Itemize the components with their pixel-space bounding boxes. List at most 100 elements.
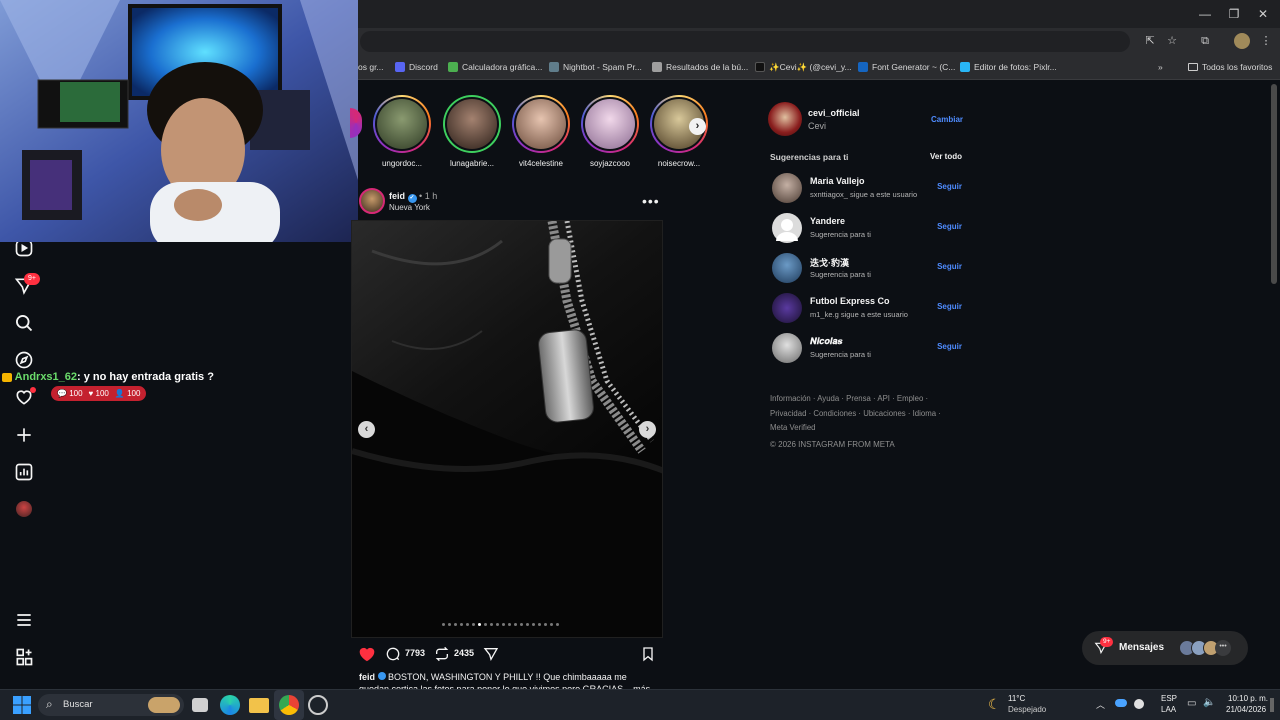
- current-user-avatar[interactable]: [768, 102, 802, 136]
- footer-link[interactable]: Idioma: [913, 409, 936, 418]
- bookmark-item[interactable]: os gr...: [358, 60, 384, 74]
- suggestion-avatar[interactable]: [772, 293, 802, 323]
- footer-link[interactable]: Ayuda: [817, 394, 839, 403]
- explore-compass-icon[interactable]: [14, 350, 34, 370]
- suggestion-username[interactable]: Yandere: [810, 216, 845, 226]
- chrome-icon[interactable]: [279, 695, 299, 715]
- share-icon[interactable]: [483, 646, 499, 662]
- story-item[interactable]: lunagabrie...: [442, 95, 502, 168]
- volume-icon[interactable]: 🔈: [1203, 697, 1215, 708]
- bookmark-item[interactable]: Calculadora gráfica...: [448, 60, 542, 74]
- follow-button[interactable]: Seguir: [937, 342, 962, 351]
- file-explorer-icon[interactable]: [249, 698, 269, 713]
- search-icon[interactable]: [14, 313, 34, 333]
- follow-button[interactable]: Seguir: [937, 302, 962, 311]
- show-desktop-button[interactable]: [1270, 698, 1274, 712]
- weather-temp[interactable]: 11°C: [1008, 694, 1025, 703]
- bookmark-item[interactable]: Nightbot - Spam Pr...: [549, 60, 642, 74]
- bookmark-star-icon[interactable]: ☆: [1165, 34, 1179, 48]
- suggestion-reason: m1_ke.g sigue a este usuario: [810, 310, 908, 319]
- bookmark-item[interactable]: Font Generator ~ (C...: [858, 60, 955, 74]
- bookmark-item[interactable]: Resultados de la bú...: [652, 60, 748, 74]
- more-menu-icon[interactable]: [14, 610, 34, 630]
- suggestion-avatar[interactable]: [772, 173, 802, 203]
- minimize-icon[interactable]: —: [1197, 6, 1213, 22]
- bookmark-item[interactable]: ✨Cevi✨ (@cevi_y...: [755, 60, 852, 74]
- edge-icon[interactable]: [220, 695, 240, 715]
- footer-link[interactable]: Privacidad: [770, 409, 806, 418]
- menu-dots-icon[interactable]: ⋮: [1259, 34, 1273, 48]
- story-item[interactable]: ungordoc...: [372, 95, 432, 168]
- profile-avatar[interactable]: [1234, 33, 1250, 49]
- current-username[interactable]: cevi_official: [808, 108, 860, 118]
- dashboard-chart-icon[interactable]: [14, 462, 34, 482]
- suggestion-username[interactable]: 𝑵𝒊𝒄𝒐𝒍𝒂𝒔: [810, 336, 842, 347]
- repost-icon[interactable]: [434, 646, 450, 662]
- close-icon[interactable]: ✕: [1255, 6, 1271, 22]
- suggestion-avatar[interactable]: [772, 333, 802, 363]
- footer-row: Información · Ayuda · Prensa · API · Emp…: [770, 394, 929, 403]
- more-dots-icon: •••: [1215, 640, 1231, 656]
- heart-icon[interactable]: [358, 646, 376, 662]
- see-all-link[interactable]: Ver todo: [930, 152, 962, 161]
- post-author[interactable]: feid ✓ • 1 h: [389, 191, 437, 203]
- footer-link[interactable]: Prensa: [846, 394, 871, 403]
- comment-count: 7793: [405, 648, 426, 658]
- clock-time[interactable]: 10:10 p. m.: [1228, 694, 1268, 703]
- messages-button[interactable]: 9+ Mensajes •••: [1082, 631, 1248, 665]
- suggestion-avatar[interactable]: [772, 213, 802, 243]
- story-item[interactable]: soyjazcooo: [580, 95, 640, 168]
- post-location[interactable]: Nueva York: [389, 203, 430, 212]
- footer-link[interactable]: Información: [770, 394, 811, 403]
- more-bookmarks-icon[interactable]: »: [1158, 60, 1163, 74]
- bookmark-item[interactable]: Discord: [395, 60, 438, 74]
- footer-link[interactable]: Empleo: [897, 394, 923, 403]
- caption-author[interactable]: feid: [359, 672, 375, 682]
- keyboard-layout[interactable]: LAA: [1161, 705, 1176, 714]
- network-icon[interactable]: ▭: [1187, 698, 1196, 709]
- comment-icon[interactable]: [385, 646, 401, 662]
- task-view-icon[interactable]: [192, 698, 208, 712]
- suggestion-username[interactable]: Maria Vallejo: [810, 176, 865, 186]
- create-plus-icon[interactable]: [14, 425, 34, 445]
- switch-account-link[interactable]: Cambiar: [931, 115, 963, 124]
- story-item[interactable]: vit4celestine: [511, 95, 571, 168]
- language-code[interactable]: ESP: [1161, 694, 1177, 703]
- follow-button[interactable]: Seguir: [937, 262, 962, 271]
- tray-app-icon[interactable]: [1134, 699, 1144, 709]
- post-author-avatar[interactable]: [359, 188, 385, 214]
- post-options-icon[interactable]: •••: [642, 193, 660, 209]
- profile-nav-avatar[interactable]: [16, 501, 32, 517]
- windows-start-icon[interactable]: [12, 695, 32, 715]
- media-prev-icon[interactable]: ‹: [358, 421, 375, 438]
- weather-desc[interactable]: Despejado: [1008, 705, 1046, 714]
- suggestion-avatar[interactable]: [772, 253, 802, 283]
- taskbar-search[interactable]: ⌕ Buscar: [38, 694, 184, 716]
- footer-link[interactable]: Ubicaciones: [863, 409, 905, 418]
- footer-link[interactable]: Meta Verified: [770, 423, 816, 432]
- all-bookmarks[interactable]: Todos los favoritos: [1188, 60, 1272, 74]
- clock-date[interactable]: 21/04/2026: [1226, 705, 1266, 714]
- verified-badge-icon: [377, 672, 386, 680]
- app-icon[interactable]: [308, 695, 328, 715]
- install-app-icon[interactable]: ⇱: [1143, 34, 1157, 48]
- post-media[interactable]: [351, 220, 663, 638]
- suggestion-username[interactable]: Futbol Express Co: [810, 296, 890, 306]
- save-bookmark-icon[interactable]: [640, 646, 656, 662]
- restore-icon[interactable]: ❐: [1226, 6, 1242, 22]
- tray-chevron-icon[interactable]: ︿: [1096, 698, 1105, 711]
- follow-button[interactable]: Seguir: [937, 182, 962, 191]
- footer-link[interactable]: API: [877, 394, 890, 403]
- stories-next-icon[interactable]: ›: [689, 118, 706, 135]
- footer-link[interactable]: Condiciones: [813, 409, 856, 418]
- onedrive-icon[interactable]: [1115, 699, 1127, 707]
- media-next-icon[interactable]: ›: [639, 421, 656, 438]
- address-bar[interactable]: [360, 31, 1130, 52]
- page-scrollbar[interactable]: [1271, 84, 1277, 284]
- extensions-icon[interactable]: ⧉: [1198, 34, 1212, 48]
- suggestion-username[interactable]: 迭戈·豹漢: [810, 256, 849, 269]
- copyright: © 2026 INSTAGRAM FROM META: [770, 440, 895, 449]
- follow-button[interactable]: Seguir: [937, 222, 962, 231]
- bookmark-item[interactable]: Editor de fotos: Pixlr...: [960, 60, 1057, 74]
- also-from-meta-icon[interactable]: [14, 647, 34, 667]
